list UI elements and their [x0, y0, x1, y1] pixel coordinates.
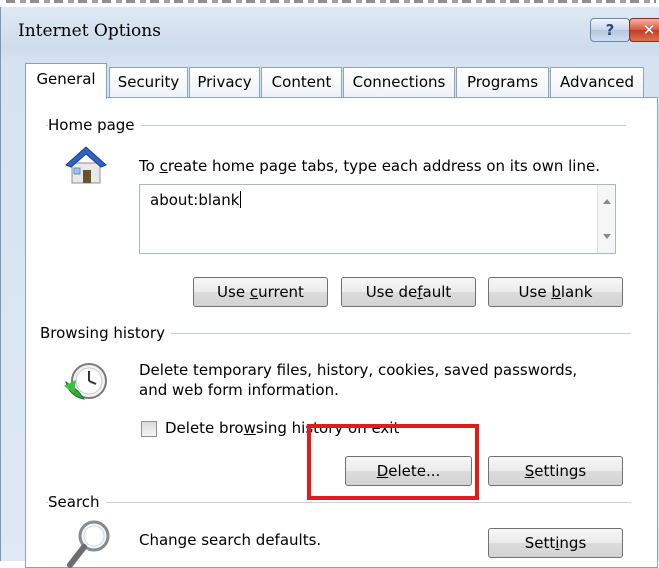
search-group-label: Search — [48, 493, 106, 511]
history-settings-button[interactable]: Settings — [488, 456, 623, 486]
search-settings-button[interactable]: Settings — [488, 528, 623, 558]
window-title: Internet Options — [18, 21, 161, 41]
use-current-button[interactable]: Use current — [193, 277, 328, 307]
house-icon — [65, 146, 107, 184]
help-icon: ? — [605, 21, 615, 39]
search-divider — [46, 502, 631, 503]
tab-programs[interactable]: Programs — [456, 67, 549, 97]
tab-advanced[interactable]: Advanced — [550, 67, 644, 97]
delete-on-exit-checkbox[interactable] — [141, 421, 157, 437]
tab-security[interactable]: Security — [109, 67, 188, 97]
delete-button-highlight — [307, 424, 479, 500]
home-page-url-textarea[interactable]: about:blank — [139, 184, 616, 254]
top-cropped-text — [0, 0, 659, 7]
home-page-group-label: Home page — [48, 116, 141, 134]
title-bar: Internet Options ? ✕ — [1, 7, 659, 53]
home-page-hint: To create home page tabs, type each addr… — [139, 157, 600, 175]
textarea-scrollbar[interactable] — [597, 185, 615, 253]
tab-connections[interactable]: Connections — [343, 67, 455, 97]
browsing-history-desc-line1: Delete temporary files, history, cookies… — [139, 361, 578, 379]
home-page-url-value: about:blank — [150, 191, 242, 209]
tab-privacy[interactable]: Privacy — [189, 67, 260, 97]
close-icon: ✕ — [642, 21, 656, 39]
tab-general[interactable]: General — [25, 63, 107, 99]
use-default-button[interactable]: Use default — [341, 277, 476, 307]
close-button[interactable]: ✕ — [629, 18, 659, 42]
scroll-up-icon[interactable] — [603, 199, 611, 204]
use-blank-button[interactable]: Use blank — [488, 277, 623, 307]
search-desc: Change search defaults. — [139, 531, 322, 549]
scroll-down-icon[interactable] — [603, 234, 611, 239]
browsing-history-desc-line2: and web form information. — [139, 381, 339, 399]
history-clock-icon — [64, 363, 107, 400]
tab-content[interactable]: Content — [261, 67, 342, 97]
browsing-history-group-label: Browsing history — [40, 324, 171, 342]
help-button[interactable]: ? — [590, 18, 630, 42]
